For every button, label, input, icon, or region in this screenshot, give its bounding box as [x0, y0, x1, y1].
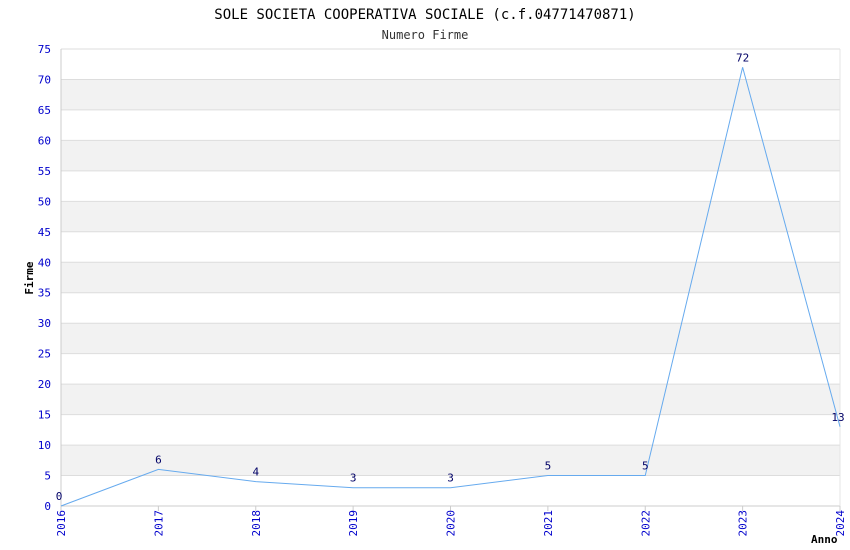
- grid-band: [61, 79, 840, 110]
- data-label: 4: [252, 466, 259, 479]
- x-tick-label: 2019: [347, 510, 360, 537]
- y-tick-label: 35: [38, 287, 51, 300]
- data-label: 0: [56, 490, 63, 503]
- chart-title: SOLE SOCIETA COOPERATIVA SOCIALE (c.f.04…: [214, 7, 635, 23]
- data-label: 72: [736, 51, 749, 64]
- x-tick-label: 2017: [152, 510, 165, 537]
- y-tick-label: 30: [38, 317, 51, 330]
- line-chart: SOLE SOCIETA COOPERATIVA SOCIALE (c.f.04…: [23, 7, 847, 546]
- y-tick-label: 25: [38, 348, 51, 361]
- y-axis-ticks: 0 5 10 15 20 25 30 35 40 45 50 55 60 65 70 75: [38, 43, 51, 513]
- y-tick-label: 50: [38, 195, 51, 208]
- y-tick-label: 65: [38, 104, 51, 117]
- y-tick-label: 5: [44, 470, 51, 483]
- grid-band: [61, 140, 840, 171]
- y-tick-label: 75: [38, 43, 51, 56]
- x-tick-label: 2016: [55, 510, 68, 537]
- y-tick-label: 70: [38, 73, 51, 86]
- y-tick-label: 40: [38, 256, 51, 269]
- y-axis-label: Firme: [23, 261, 36, 294]
- data-label: 6: [155, 453, 162, 466]
- y-tick-label: 20: [38, 378, 51, 391]
- grid-band: [61, 323, 840, 354]
- grid-band: [61, 201, 840, 232]
- grid-band: [61, 262, 840, 293]
- x-axis-ticks: 2016 2017 2018 2019 2020 2021 2022 2023 2024: [55, 506, 847, 537]
- x-tick-label: 2020: [445, 510, 458, 537]
- y-tick-label: 10: [38, 439, 51, 452]
- data-label: 13: [831, 411, 844, 424]
- x-tick-label: 2022: [639, 510, 652, 537]
- x-tick-label: 2018: [250, 510, 263, 537]
- x-tick-label: 2021: [542, 510, 555, 537]
- data-label: 3: [350, 472, 357, 485]
- y-tick-label: 15: [38, 409, 51, 422]
- data-label: 5: [545, 460, 552, 473]
- data-label: 3: [447, 472, 454, 485]
- y-tick-label: 55: [38, 165, 51, 178]
- plot-background: [61, 49, 840, 506]
- x-tick-label: 2023: [737, 510, 750, 537]
- chart-subtitle: Numero Firme: [382, 28, 469, 42]
- y-tick-label: 60: [38, 134, 51, 147]
- x-axis-label: Anno: [811, 533, 838, 546]
- y-tick-label: 0: [44, 500, 51, 513]
- grid-band: [61, 384, 840, 415]
- data-label: 5: [642, 460, 649, 473]
- y-tick-label: 45: [38, 226, 51, 239]
